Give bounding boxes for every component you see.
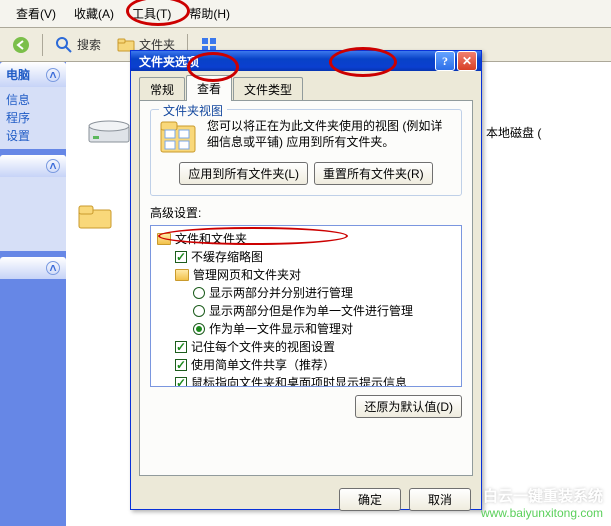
checkbox-icon <box>175 359 187 371</box>
tree-item-label: 显示两部分并分别进行管理 <box>209 284 353 302</box>
toolbar-search-label: 搜索 <box>77 36 101 53</box>
tree-item[interactable]: 不缓存缩略图 <box>153 248 459 266</box>
toolbar-back[interactable] <box>6 34 36 56</box>
tree-item-label: 鼠标指向文件夹和桌面项时显示提示信息 <box>191 374 407 387</box>
side-panel-2: ˄ <box>0 155 66 251</box>
side-panel-body: 信息 程序 设置 <box>0 87 66 149</box>
left-sidebar: 电脑 ˄ 信息 程序 设置 ˄ ˄ <box>0 62 66 526</box>
folder-views-desc: 您可以将正在为此文件夹使用的视图 (例如详细信息或平铺) 应用到所有文件夹。 <box>207 118 453 156</box>
radio-icon <box>193 287 205 299</box>
back-icon <box>12 36 30 54</box>
side-link[interactable]: 设置 <box>6 127 60 145</box>
checkbox-icon <box>175 377 187 387</box>
fieldset-legend: 文件夹视图 <box>159 102 227 119</box>
help-button[interactable]: ? <box>435 51 455 71</box>
tree-item-label: 作为单一文件显示和管理对 <box>209 320 353 338</box>
folder-small-icon[interactable] <box>78 202 112 230</box>
disk-label: 本地磁盘 ( <box>486 124 541 141</box>
tree-item-label: 记住每个文件夹的视图设置 <box>191 338 335 356</box>
chevron-up-icon: ˄ <box>46 159 60 173</box>
advanced-settings-tree[interactable]: 文件和文件夹不缓存缩略图管理网页和文件夹对显示两部分并分别进行管理显示两部分但是… <box>150 225 462 387</box>
side-panel-title: 电脑 <box>6 66 30 83</box>
search-icon <box>55 36 73 54</box>
separator <box>42 34 43 56</box>
tree-item: 文件和文件夹 <box>153 230 459 248</box>
apply-all-folders-button[interactable]: 应用到所有文件夹(L) <box>179 162 308 185</box>
folder-icon <box>157 233 171 245</box>
radio-icon <box>193 305 205 317</box>
titlebar[interactable]: 文件夹选项 ? ✕ <box>131 51 481 71</box>
tab-view[interactable]: 查看 <box>186 75 232 101</box>
dialog-footer: 确定 取消 <box>131 484 481 521</box>
menu-favorites[interactable]: 收藏(A) <box>68 3 120 24</box>
checkbox-icon <box>175 251 187 263</box>
side-link[interactable]: 程序 <box>6 109 60 127</box>
advanced-settings-label: 高级设置: <box>150 204 462 221</box>
tree-item-label: 使用简单文件共享（推荐） <box>191 356 335 374</box>
menubar: 查看(V) 收藏(A) 工具(T) 帮助(H) <box>0 0 611 28</box>
tab-general[interactable]: 常规 <box>139 77 185 101</box>
tree-item-label: 管理网页和文件夹对 <box>193 266 301 284</box>
tree-item[interactable]: 作为单一文件显示和管理对 <box>153 320 459 338</box>
tree-item[interactable]: 鼠标指向文件夹和桌面项时显示提示信息 <box>153 374 459 387</box>
side-panel-3: ˄ <box>0 257 66 279</box>
tree-item[interactable]: 显示两部分但是作为单一文件进行管理 <box>153 302 459 320</box>
menu-tools[interactable]: 工具(T) <box>126 3 177 24</box>
folder-views-icon <box>159 118 199 156</box>
tree-item: 管理网页和文件夹对 <box>153 266 459 284</box>
side-panel-header[interactable]: ˄ <box>0 257 66 279</box>
tab-filetypes[interactable]: 文件类型 <box>233 77 303 101</box>
dialog-body: 常规 查看 文件类型 文件夹视图 您可以将正在为此文件夹使用的视图 (例如详细信… <box>131 71 481 484</box>
tree-item-label: 显示两部分但是作为单一文件进行管理 <box>209 302 413 320</box>
folder-icon <box>175 269 189 281</box>
watermark-title: 白云一键重装系统 <box>481 485 603 506</box>
watermark-url: www.baiyunxitong.com <box>481 506 603 520</box>
reset-all-folders-button[interactable]: 重置所有文件夹(R) <box>314 162 433 185</box>
side-panel-header[interactable]: 电脑 ˄ <box>0 62 66 87</box>
tab-panel-view: 文件夹视图 您可以将正在为此文件夹使用的视图 (例如详细信息或平铺) 应用到所有… <box>139 100 473 476</box>
ok-button[interactable]: 确定 <box>339 488 401 511</box>
side-panel-header[interactable]: ˄ <box>0 155 66 177</box>
close-button[interactable]: ✕ <box>457 51 477 71</box>
tree-item-label: 文件和文件夹 <box>175 230 247 248</box>
toolbar-search[interactable]: 搜索 <box>49 34 107 56</box>
tree-item[interactable]: 使用简单文件共享（推荐） <box>153 356 459 374</box>
folder-options-dialog: 文件夹选项 ? ✕ 常规 查看 文件类型 文件夹视图 您可以将正在为此文件夹使用… <box>130 50 482 510</box>
tree-item[interactable]: 显示两部分并分别进行管理 <box>153 284 459 302</box>
side-link[interactable]: 信息 <box>6 91 60 109</box>
restore-defaults-button[interactable]: 还原为默认值(D) <box>355 395 462 418</box>
menu-view[interactable]: 查看(V) <box>10 3 62 24</box>
dialog-title: 文件夹选项 <box>139 53 199 70</box>
watermark: 白云一键重装系统 www.baiyunxitong.com <box>481 485 603 520</box>
cancel-button[interactable]: 取消 <box>409 488 471 511</box>
menu-help[interactable]: 帮助(H) <box>183 3 236 24</box>
chevron-up-icon: ˄ <box>46 68 60 82</box>
tree-item[interactable]: 记住每个文件夹的视图设置 <box>153 338 459 356</box>
side-panel-tasks: 电脑 ˄ 信息 程序 设置 <box>0 62 66 149</box>
checkbox-icon <box>175 341 187 353</box>
chevron-up-icon: ˄ <box>46 261 60 275</box>
tabstrip: 常规 查看 文件类型 <box>139 77 473 101</box>
radio-icon <box>193 323 205 335</box>
side-panel-body <box>0 177 66 251</box>
folder-views-fieldset: 文件夹视图 您可以将正在为此文件夹使用的视图 (例如详细信息或平铺) 应用到所有… <box>150 109 462 196</box>
tree-item-label: 不缓存缩略图 <box>191 248 263 266</box>
